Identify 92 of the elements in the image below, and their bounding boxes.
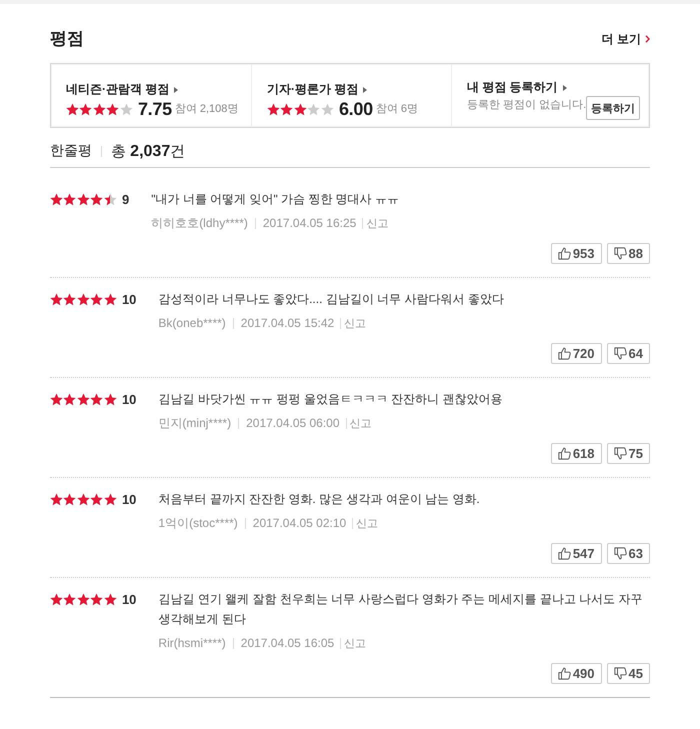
dislike-button[interactable]: 63 [606, 543, 650, 564]
review-date: 2017.04.05 06:00 [246, 416, 340, 430]
rating-score: 10 [122, 392, 136, 406]
thumbs-down-icon [614, 547, 627, 560]
star-icon [90, 492, 104, 506]
review-text: 김남길 바닷가씬 ㅠㅠ 펑펑 울었음ㅌㅋㅋㅋ 잔잔하니 괜찮았어용 [158, 391, 504, 408]
review-author: 1억이(stoc****) [158, 514, 238, 532]
review-date: 2017.04.05 15:42 [240, 316, 334, 330]
review-author: 히히호호(ldhy****) [151, 214, 248, 232]
star-icon [294, 102, 308, 116]
star-icon [104, 292, 117, 306]
star-icon [104, 392, 117, 406]
thumbs-up-icon [558, 447, 571, 460]
star-icon [63, 292, 77, 306]
caret-icon [562, 84, 567, 90]
average-score: 7.75 [138, 98, 172, 120]
dislike-button[interactable]: 88 [606, 243, 650, 264]
rating-score: 10 [122, 592, 136, 606]
star-icon [280, 102, 294, 116]
dislike-button[interactable]: 75 [606, 443, 650, 464]
star-icon [106, 102, 120, 116]
star-icon [63, 392, 77, 406]
like-button[interactable]: 953 [550, 243, 602, 264]
review-author: Bk(oneb****) [158, 316, 226, 330]
star-icon [104, 192, 117, 206]
rating-score: 9 [122, 192, 130, 206]
like-button[interactable]: 490 [550, 663, 602, 684]
star-icon [79, 102, 93, 116]
caret-icon [363, 86, 368, 92]
register-rating-link[interactable]: 내 평점 등록하기 [467, 80, 586, 95]
no-rating-message: 등록한 평점이 없습니다. [467, 98, 586, 113]
star-icon [50, 392, 64, 406]
thumbs-down-icon [614, 447, 627, 460]
review-author: Rir(hsmi****) [158, 636, 226, 650]
chevron-icon [645, 35, 650, 43]
star-icon [63, 592, 77, 606]
review-text: 김남길 연기 왤케 잘함 천우희는 너무 사랑스럽다 영화가 주는 메세지를 끝나고 나서도 자꾸 생각해보게 된다 [158, 591, 644, 628]
reviews-title: 한줄평 [50, 142, 92, 160]
star-icon [120, 102, 133, 116]
like-button[interactable]: 618 [550, 443, 602, 464]
participant-count: 참여 6명 [376, 102, 418, 117]
star-icon [50, 592, 64, 606]
caret-icon [174, 86, 178, 92]
star-icon [90, 592, 104, 606]
rating-category-link[interactable]: 네티즌·관람객 평점 [66, 82, 178, 97]
review-total-count: 총 2,037건 [111, 142, 186, 160]
star-icon [267, 102, 280, 116]
thumbs-up-icon [558, 247, 571, 260]
star-icon [76, 592, 90, 606]
review-text: "내가 너를 어떻게 잊어" 가슴 찡한 명대사 ㅠㅠ [151, 191, 400, 208]
thumbs-up-icon [558, 667, 571, 680]
review-date: 2017.04.05 16:25 [262, 216, 356, 230]
star-icon [50, 492, 64, 506]
rating-category-link[interactable]: 기자·평론가 평점 [267, 82, 368, 97]
star-icon [90, 192, 104, 206]
star-icon [63, 492, 77, 506]
dislike-button[interactable]: 64 [606, 343, 650, 364]
star-icon [90, 292, 104, 306]
participant-count: 참여 2,108명 [174, 102, 238, 117]
star-icon [50, 292, 64, 306]
star-icon [50, 192, 64, 206]
star-icon [104, 492, 117, 506]
rating-score: 10 [122, 492, 136, 506]
more-link[interactable]: 더 보기 [602, 30, 650, 48]
like-button[interactable]: 547 [550, 543, 602, 564]
star-icon [307, 102, 321, 116]
register-button[interactable]: 등록하기 [586, 96, 640, 120]
rating-score: 10 [122, 292, 136, 306]
dislike-button[interactable]: 45 [606, 663, 650, 684]
star-icon [76, 192, 90, 206]
star-icon [76, 392, 90, 406]
thumbs-down-icon [614, 247, 627, 260]
section-title: 평점 [50, 28, 84, 50]
thumbs-down-icon [614, 347, 627, 360]
review-text: 처음부터 끝까지 잔잔한 영화. 많은 생각과 여운이 남는 영화. [158, 491, 481, 508]
average-score: 6.00 [338, 98, 373, 120]
thumbs-up-icon [558, 547, 571, 560]
star-icon [76, 492, 90, 506]
star-icon [320, 102, 334, 116]
review-text: 감성적이라 너무나도 좋았다.... 김남길이 너무 사람다워서 좋았다 [158, 291, 505, 308]
thumbs-up-icon [558, 347, 571, 360]
star-icon [92, 102, 106, 116]
thumbs-down-icon [614, 667, 627, 680]
star-icon [90, 392, 104, 406]
review-date: 2017.04.05 02:10 [252, 516, 346, 530]
star-icon [76, 292, 90, 306]
star-icon [63, 192, 77, 206]
star-icon [104, 592, 117, 606]
star-icon [66, 102, 80, 116]
like-button[interactable]: 720 [550, 343, 602, 364]
review-date: 2017.04.05 16:05 [240, 636, 334, 650]
review-author: 민지(minj****) [158, 414, 232, 432]
